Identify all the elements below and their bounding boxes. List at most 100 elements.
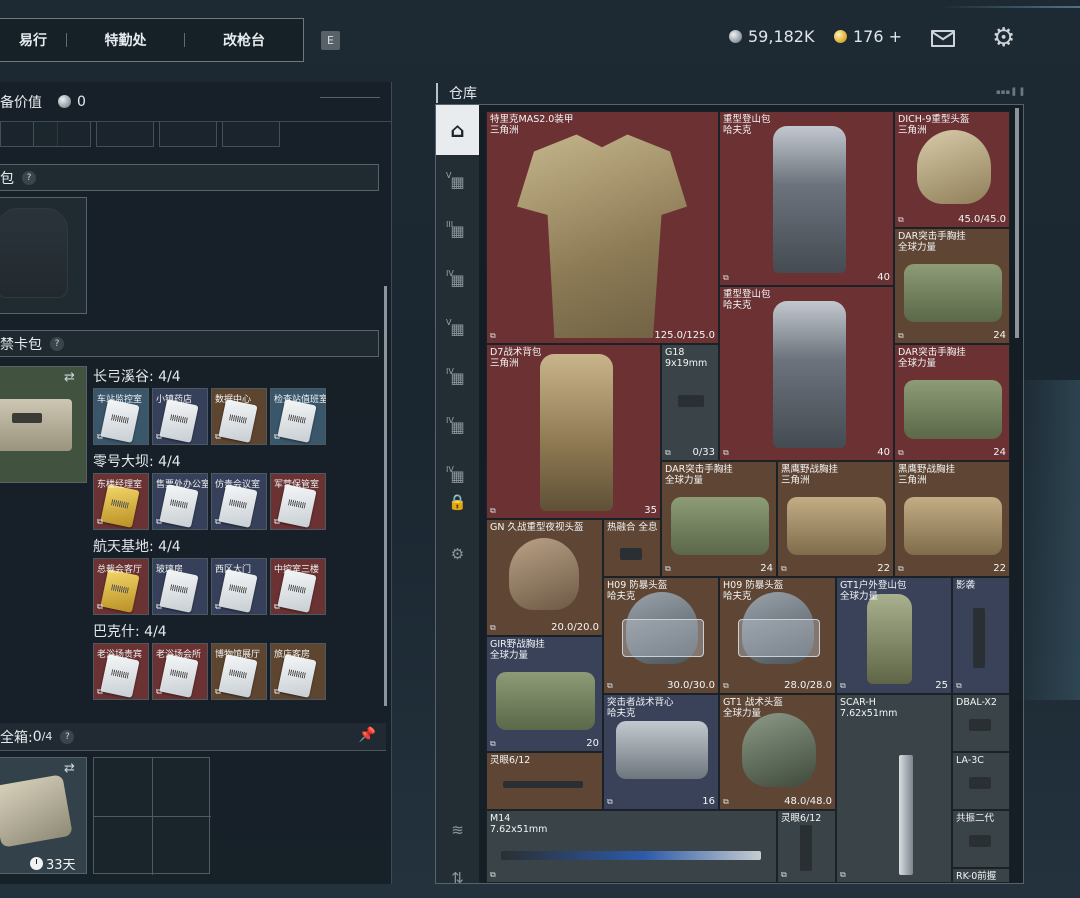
warehouse-item[interactable]: 重型登山包 哈夫克 40 ⧉ (719, 111, 894, 286)
warehouse-item[interactable]: GN 久战重型夜视头盔 20.0/20.0 ⧉ (486, 519, 603, 636)
item-name: 黑鹰野战胸挂 (781, 464, 839, 475)
lock-icon[interactable]: 🔒 (436, 477, 479, 527)
warehouse-category-tab-icon[interactable]: IV ▦ (436, 402, 479, 452)
warehouse-item[interactable]: 黑鹰野战胸挂 三角洲 22 ⧉ (894, 461, 1010, 577)
warehouse-item[interactable]: 灵眼6/12 (486, 752, 603, 810)
item-subtitle: 7.62x51mm (840, 708, 898, 719)
warehouse-item[interactable]: 灵眼6/12 ⧉ (777, 810, 836, 883)
bound-icon: ⧉ (490, 506, 496, 515)
settings-icon[interactable]: ⚙ (436, 529, 479, 579)
item-name: 黑鹰野战胸挂 (898, 464, 956, 475)
bound-icon: ⧉ (97, 602, 103, 611)
warehouse-item[interactable]: DAR突击手胸挂 全球力量 24 ⧉ (894, 228, 1010, 344)
keycard-item[interactable]: 仿贵会议室 ⧉ (211, 473, 267, 530)
item-durability: 28.0/28.0 (784, 680, 832, 691)
help-icon[interactable]: ? (50, 336, 64, 351)
help-icon[interactable]: ? (60, 729, 75, 744)
safe-box-grid[interactable] (93, 757, 211, 875)
layers-icon[interactable]: ≋ (436, 805, 479, 855)
item-title: DAR突击手胸挂 全球力量 (898, 347, 966, 369)
warehouse-category-tab-icon[interactable]: V ▦ (436, 157, 479, 207)
warehouse-item[interactable]: D7战术背包 三角洲 35 ⧉ (486, 344, 661, 519)
keycard-item[interactable]: 玻璃房 ⧉ (152, 558, 208, 615)
warehouse-item[interactable]: G18 9x19mm 0/33 ⧉ (661, 344, 719, 461)
item-durability: 40 (877, 272, 890, 283)
warehouse-item[interactable]: 共振二代 (952, 810, 1010, 868)
warehouse-item[interactable]: 突击者战术背心 哈夫克 16 ⧉ (603, 694, 719, 810)
attachment-icon (969, 835, 991, 847)
swap-icon[interactable]: ⇄ (64, 370, 75, 385)
keycard-icon (100, 484, 140, 528)
item-title: 热融合 全息 (607, 522, 658, 533)
left-scrollbar[interactable] (384, 286, 387, 706)
bound-icon: ⧉ (898, 331, 904, 340)
keycard-item[interactable]: 小镇药店 ⧉ (152, 388, 208, 445)
item-durability: 35 (644, 505, 657, 516)
warehouse-category-tab-icon[interactable]: III ▦ (436, 206, 479, 256)
backpack-slot[interactable] (0, 197, 87, 314)
warehouse-category-tab-icon[interactable]: IV ▦ (436, 255, 479, 305)
warehouse-item[interactable]: 重型登山包 哈夫克 40 ⧉ (719, 286, 894, 461)
item-title: DAR突击手胸挂 全球力量 (898, 231, 966, 253)
warehouse-item[interactable]: DAR突击手胸挂 全球力量 24 ⧉ (661, 461, 777, 577)
warehouse-item[interactable]: LA-3C (952, 752, 1010, 810)
warehouse-item[interactable]: 影袭 ⧉ (952, 577, 1010, 694)
keycard-item[interactable]: 老浴场贵宾 ⧉ (93, 643, 149, 700)
tab-trade[interactable]: 易行 (0, 18, 66, 62)
item-title: 影袭 (956, 580, 975, 591)
next-tab-key-hint[interactable]: E (321, 31, 340, 50)
chest-rig-icon (787, 496, 886, 555)
keycard-item[interactable]: 西区大门 ⧉ (211, 558, 267, 615)
attachment-icon (969, 777, 991, 789)
sort-icon[interactable]: ⇅ (436, 853, 479, 898)
warehouse-item[interactable]: H09 防暴头盔 哈夫克 28.0/28.0 ⧉ (719, 577, 836, 694)
warehouse-category-tab-icon[interactable]: V ▦ (436, 304, 479, 354)
keycard-item[interactable]: 检查站值班室 ⧉ (270, 388, 326, 445)
warehouse-item[interactable]: DICH-9重型头盔 三角洲 45.0/45.0 ⧉ (894, 111, 1010, 228)
bound-icon: ⧉ (97, 432, 103, 441)
warehouse-item[interactable]: M14 7.62x51mm ⧉ (486, 810, 777, 883)
equipment-slot[interactable] (33, 122, 91, 147)
warehouse-item[interactable]: DAR突击手胸挂 全球力量 24 ⧉ (894, 344, 1010, 461)
warehouse-category-tab-icon[interactable]: IV ▦ (436, 353, 479, 403)
warehouse-item[interactable]: 特里克MAS2.0装甲 三角洲 125.0/125.0 ⧉ (486, 111, 719, 344)
warehouse-item[interactable]: DBAL-X2 (952, 694, 1010, 752)
keycard-item[interactable]: 军营保管室 ⧉ (270, 473, 326, 530)
warehouse-item[interactable]: 黑鹰野战胸挂 三角洲 22 ⧉ (777, 461, 894, 577)
warehouse-item[interactable]: GT1 战术头盔 全球力量 48.0/48.0 ⧉ (719, 694, 836, 810)
warehouse-item[interactable]: H09 防暴头盔 哈夫克 30.0/30.0 ⧉ (603, 577, 719, 694)
item-title: SCAR-H 7.62x51mm (840, 697, 897, 719)
equipment-value-header: 备价值 0 (0, 82, 392, 122)
help-icon[interactable]: ? (22, 170, 36, 185)
warehouse-item[interactable]: RK-0前握 (952, 868, 1010, 883)
tab-special-ops[interactable]: 特勤处 (67, 18, 184, 62)
keycard-item[interactable]: 售票处办公室 ⧉ (152, 473, 208, 530)
keycard-item[interactable]: 东楼经理室 ⧉ (93, 473, 149, 530)
category-icon: ▦ (450, 320, 465, 338)
warehouse-all-tab-icon[interactable]: ⌂ (436, 105, 479, 155)
warehouse-item[interactable]: GIR野战胸挂 全球力量 20 ⧉ (486, 636, 603, 752)
warehouse-item[interactable]: GT1户外登山包 全球力量 25 ⧉ (836, 577, 952, 694)
warehouse-scrollbar[interactable] (1015, 108, 1019, 338)
keycard-item[interactable]: 数据中心 ⧉ (211, 388, 267, 445)
gear-icon[interactable]: ⚙ (992, 25, 1015, 51)
swap-icon[interactable]: ⇄ (64, 761, 75, 776)
tab-gunsmith[interactable]: 改枪台 (185, 18, 303, 62)
keycard-item[interactable]: 总裁会客厅 ⧉ (93, 558, 149, 615)
gold-currency[interactable]: 176 + (834, 27, 902, 46)
equipment-slot[interactable] (159, 122, 217, 147)
keycard-item[interactable]: 老浴场会所 ⧉ (152, 643, 208, 700)
keycard-name: 仿贵会议室 (215, 480, 261, 490)
keycard-item[interactable]: 车站监控室 ⧉ (93, 388, 149, 445)
keycard-icon (277, 654, 317, 698)
keycard-item[interactable]: 旅店客房 ⧉ (270, 643, 326, 700)
equipment-slot[interactable] (222, 122, 280, 147)
pin-icon[interactable]: 📌 (359, 727, 376, 743)
warehouse-item[interactable]: 热融合 全息 (603, 519, 661, 577)
equipment-slot[interactable] (96, 122, 154, 147)
rifle-icon (899, 755, 913, 875)
mail-icon[interactable] (931, 30, 955, 47)
warehouse-item[interactable]: SCAR-H 7.62x51mm ⧉ (836, 694, 952, 883)
keycard-item[interactable]: 中控室三楼 ⧉ (270, 558, 326, 615)
keycard-item[interactable]: 博物馆展厅 ⧉ (211, 643, 267, 700)
